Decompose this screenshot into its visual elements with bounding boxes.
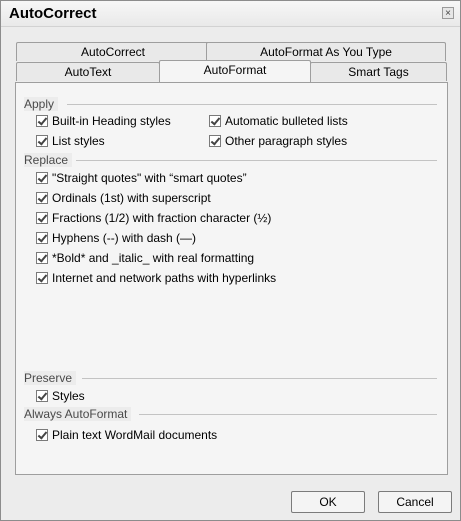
title-bar: AutoCorrect × — [1, 1, 460, 27]
preserve-section-label: Preserve — [24, 371, 77, 385]
apply-divider — [67, 104, 437, 105]
option-label: Automatic bulleted lists — [225, 114, 348, 128]
tab-autoformat[interactable]: AutoFormat — [159, 60, 311, 82]
always-autoformat-divider — [139, 414, 437, 415]
checkbox-box — [36, 232, 48, 244]
checkbox-box — [209, 115, 221, 127]
cancel-button[interactable]: Cancel — [378, 491, 452, 513]
checkbox-box — [36, 135, 48, 147]
option-label: *Bold* and _italic_ with real formatting — [52, 251, 255, 265]
apply-section-label: Apply — [24, 97, 59, 111]
option-label: List styles — [52, 134, 105, 148]
option-label: Other paragraph styles — [225, 134, 348, 148]
ok-button[interactable]: OK — [291, 491, 365, 513]
checkbox-box — [36, 272, 48, 284]
option-label: Plain text WordMail documents — [52, 428, 218, 442]
replace-divider — [76, 160, 437, 161]
checkbox-box — [36, 212, 48, 224]
option-label: Fractions (1/2) with fraction character … — [52, 211, 272, 225]
preserve-divider — [82, 378, 437, 379]
option-label: Built-in Heading styles — [52, 114, 171, 128]
tab-smart-tags[interactable]: Smart Tags — [310, 62, 447, 81]
tab-autoformat-label: AutoFormat — [203, 63, 267, 77]
checkbox-box — [209, 135, 221, 147]
tab-autocorrect-label: AutoCorrect — [80, 45, 146, 59]
option-label: Hyphens (--) with dash (—) — [52, 231, 197, 245]
autocorrect-dialog: AutoCorrect × AutoCorrect AutoFormat As … — [0, 0, 461, 521]
tab-autocorrect[interactable]: AutoCorrect — [16, 42, 210, 61]
tab-autoformat-as-you-type-label: AutoFormat As You Type — [260, 45, 392, 59]
checkbox-box — [36, 172, 48, 184]
dialog-title: AutoCorrect — [9, 5, 97, 22]
checkbox-box — [36, 115, 48, 127]
tab-autoformat-as-you-type[interactable]: AutoFormat As You Type — [206, 42, 446, 61]
checkbox-box — [36, 390, 48, 402]
option-label: Internet and network paths with hyperlin… — [52, 271, 277, 285]
option-label: "Straight quotes" with “smart quotes” — [52, 171, 247, 185]
option-label: Styles — [52, 389, 85, 403]
close-icon[interactable]: × — [442, 7, 454, 19]
option-label: Ordinals (1st) with superscript — [52, 191, 211, 205]
tab-smart-tags-label: Smart Tags — [348, 65, 409, 79]
checkbox-box — [36, 252, 48, 264]
replace-section-label: Replace — [24, 153, 73, 167]
tab-autotext[interactable]: AutoText — [16, 62, 160, 81]
checkbox-box — [36, 429, 48, 441]
tab-autotext-label: AutoText — [64, 65, 112, 79]
checkbox-box — [36, 192, 48, 204]
always-autoformat-section-label: Always AutoFormat — [24, 407, 132, 421]
